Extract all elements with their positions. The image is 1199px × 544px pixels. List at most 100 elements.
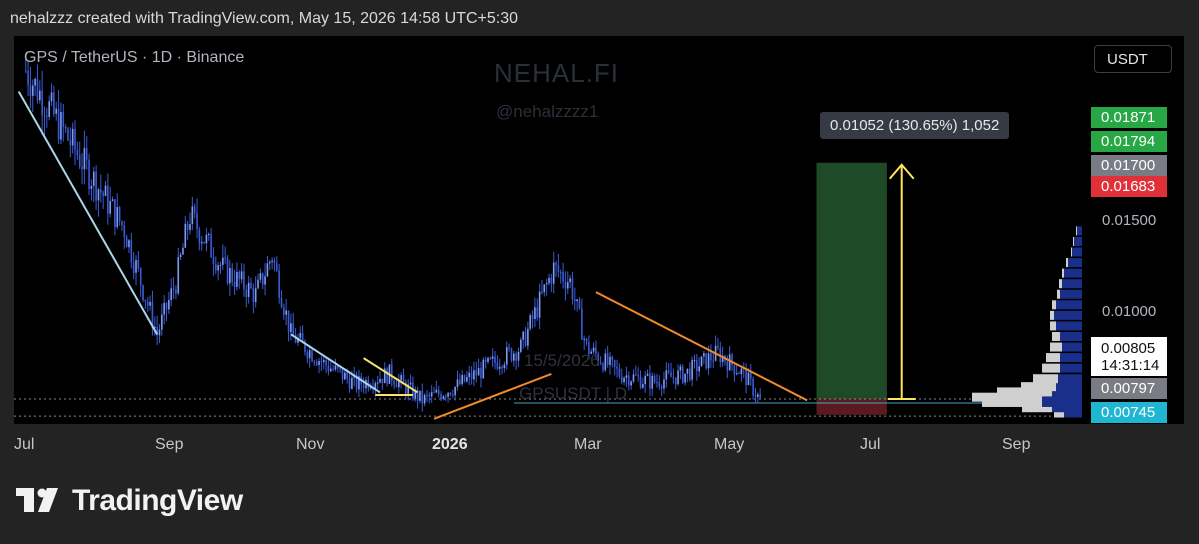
candle-body (684, 373, 686, 383)
candle-body (348, 378, 351, 389)
candle-body (428, 394, 431, 397)
candle-body (74, 128, 76, 150)
candle-body (118, 207, 121, 222)
candle-body (191, 206, 194, 225)
candle-body (466, 377, 468, 382)
candle-body (477, 368, 480, 376)
candle-body (503, 364, 506, 369)
candle-body (374, 383, 377, 389)
candle-body (473, 370, 475, 380)
candle-body (163, 302, 165, 315)
candle-body (240, 271, 243, 280)
candle-body (451, 394, 454, 396)
price-badge: 0.01794 (1091, 131, 1167, 152)
candle-body (264, 276, 266, 285)
candle-body (107, 185, 109, 214)
chart-panel[interactable]: NEHAL.FI @nehalzzzz1 15/5/2026 GPSUSDT |… (14, 36, 1184, 424)
candle-body (322, 359, 325, 363)
candle-body (132, 262, 135, 273)
candle-body (88, 159, 90, 189)
candle-body (583, 338, 585, 340)
candle-body (285, 310, 287, 315)
candle-body (196, 212, 198, 230)
candle-body (182, 247, 184, 255)
candle-body (46, 116, 48, 118)
x-tick-jul: Jul (14, 436, 35, 453)
candle-body (217, 265, 219, 271)
candle-body (569, 278, 571, 283)
candle-body (158, 329, 161, 336)
candle-body (430, 392, 433, 397)
candle-body (656, 382, 658, 384)
candle-body (728, 354, 731, 371)
candle-body (193, 206, 196, 213)
candle-body (606, 353, 609, 365)
candle-body (529, 315, 532, 329)
candle-body (731, 354, 733, 366)
x-tick-2026: 2026 (432, 436, 468, 453)
price-badge: 0.01871 (1091, 107, 1167, 128)
candle-body (130, 240, 133, 263)
candle-body (754, 395, 757, 397)
volume-profile-down (1076, 226, 1077, 236)
candle-body (327, 365, 330, 372)
candle-body (64, 126, 67, 129)
candle-body (515, 353, 517, 361)
candle-body (325, 359, 327, 366)
candle-body (536, 307, 539, 318)
candle-body (480, 368, 482, 379)
candle-body (97, 189, 100, 201)
candle-body (165, 302, 168, 310)
candle-body (677, 370, 679, 385)
candle-body (222, 257, 224, 265)
candle-body (278, 270, 280, 298)
candle-body (409, 382, 412, 385)
candle-body (639, 376, 642, 388)
candle-body (653, 375, 656, 383)
volume-profile-up (1060, 353, 1082, 363)
currency-button[interactable]: USDT (1094, 45, 1172, 73)
candle-body (189, 224, 191, 230)
candle-body (135, 259, 137, 273)
candle-body (339, 368, 341, 370)
x-tick-sep: Sep (155, 436, 184, 453)
x-tick-mar: Mar (574, 436, 602, 453)
candle-body (419, 390, 421, 401)
candle-body (128, 240, 130, 248)
candle-body (111, 199, 114, 201)
candle-body (599, 362, 602, 364)
candle-body (534, 307, 536, 320)
watermark-handle: @nehalzzzz1 (496, 102, 599, 121)
candle-body (635, 374, 637, 376)
candle-body (43, 115, 46, 117)
candle-body (679, 366, 682, 371)
volume-profile-down (1050, 321, 1056, 331)
volume-profile-up (1060, 331, 1082, 341)
candle-body (444, 396, 447, 398)
volume-profile-down (1046, 353, 1060, 363)
candle-body (611, 356, 614, 361)
candle-body (287, 310, 290, 333)
candle-body (36, 78, 39, 101)
candle-body (41, 90, 43, 116)
candle-body (233, 281, 236, 287)
candle-body (447, 392, 449, 397)
candle-body (749, 372, 752, 379)
tradingview-logo-icon (16, 488, 58, 512)
candle-body (698, 366, 700, 372)
candle-body (510, 348, 513, 361)
watermark-date: 15/5/2026 (524, 351, 600, 370)
volume-profile-down (1042, 363, 1060, 373)
stop-zone (816, 399, 887, 415)
candle-body (686, 368, 689, 374)
candle-countdown: 14:31:14 (1101, 357, 1160, 374)
candle-body (524, 331, 527, 346)
candle-body (247, 282, 250, 297)
candle-body (491, 356, 494, 359)
candle-body (69, 140, 72, 146)
candle-body (484, 359, 487, 362)
candle-body (435, 389, 438, 393)
candle-body (501, 366, 503, 369)
candle-body (644, 375, 647, 385)
candle-body (667, 370, 670, 373)
